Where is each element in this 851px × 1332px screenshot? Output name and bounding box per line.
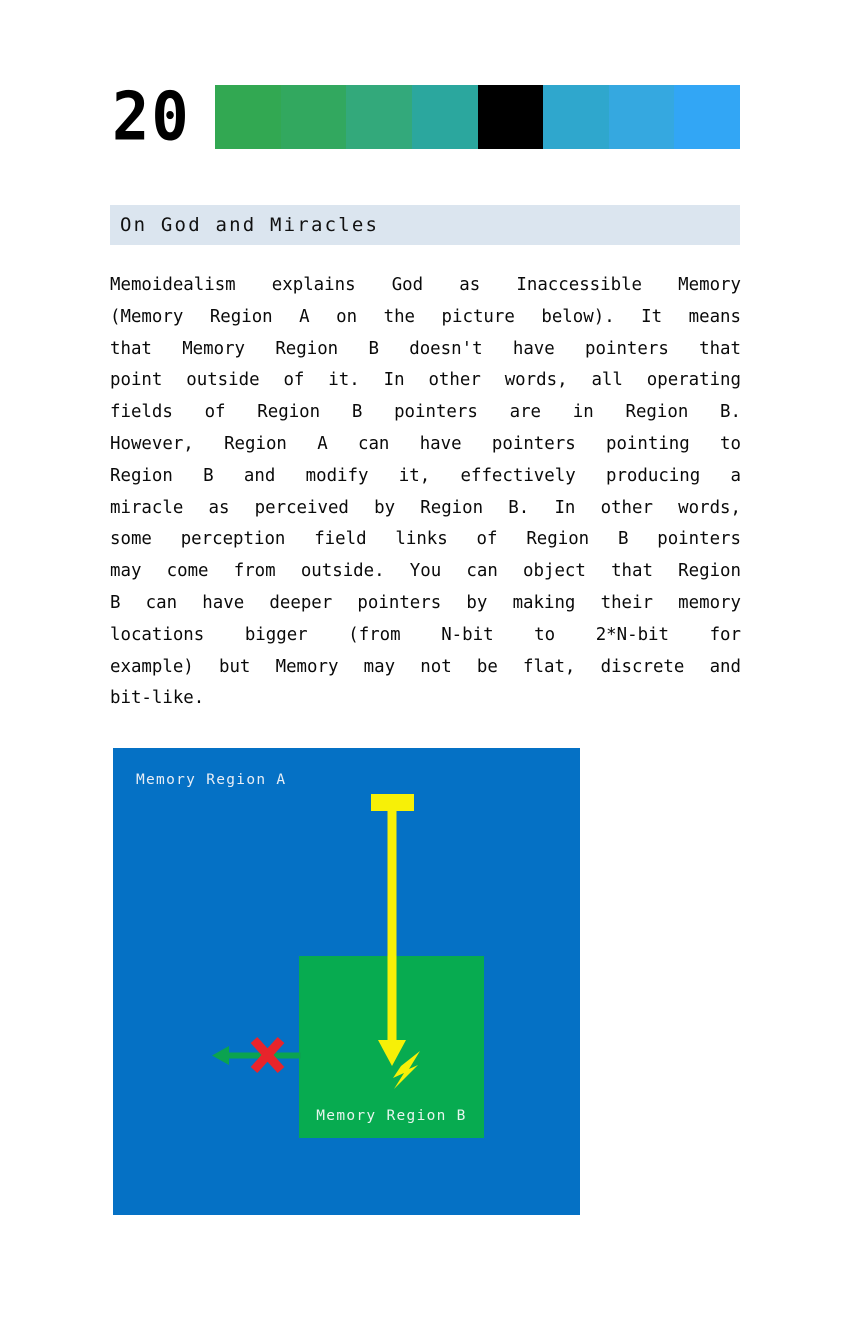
color-band xyxy=(608,85,675,149)
memory-regions-diagram: Memory Region A Memory Region B xyxy=(113,748,580,1215)
color-band xyxy=(674,85,740,149)
chapter-header: 20 xyxy=(110,77,740,156)
body-line: locations bigger (from N-bit to 2*N-bit … xyxy=(110,624,741,645)
color-band xyxy=(346,85,412,149)
diagram-annotations xyxy=(212,794,420,1089)
body-line: Region B and modify it, effectively prod… xyxy=(110,465,741,486)
section-title: On God and Miracles xyxy=(120,214,380,236)
body-line: may come from outside. You can object th… xyxy=(110,561,741,582)
body-line: B can have deeper pointers by making the… xyxy=(110,592,741,613)
body-line: fields of Region B pointers are in Regio… xyxy=(110,402,741,423)
color-band xyxy=(215,85,281,149)
color-band xyxy=(280,85,347,149)
color-band xyxy=(411,85,478,149)
body-line: some perception field links of Region B … xyxy=(110,529,741,550)
lightning-bolt-icon xyxy=(393,1051,420,1089)
color-band xyxy=(543,85,609,149)
body-line: However, Region A can have pointers poin… xyxy=(110,433,741,454)
body-line: example) but Memory may not be flat, dis… xyxy=(110,656,741,677)
pointer-arrow-a-to-b xyxy=(371,794,414,1066)
body-line: (Memory Region A on the picture below). … xyxy=(110,306,741,327)
color-band xyxy=(477,85,544,149)
body-line: point outside of it. In other words, all… xyxy=(110,370,741,391)
body-line: miracle as perceived by Region B. In oth… xyxy=(110,497,741,518)
header-color-strip xyxy=(215,85,740,149)
body-line: that Memory Region B doesn't have pointe… xyxy=(110,338,741,359)
section-title-bar: On God and Miracles xyxy=(110,205,740,245)
body-line: Memoidealism explains God as Inaccessibl… xyxy=(110,275,741,295)
body-paragraph: Memoidealism explains God as Inaccessibl… xyxy=(110,270,741,715)
body-line: bit-like. xyxy=(110,688,205,709)
chapter-number: 20 xyxy=(112,77,191,156)
